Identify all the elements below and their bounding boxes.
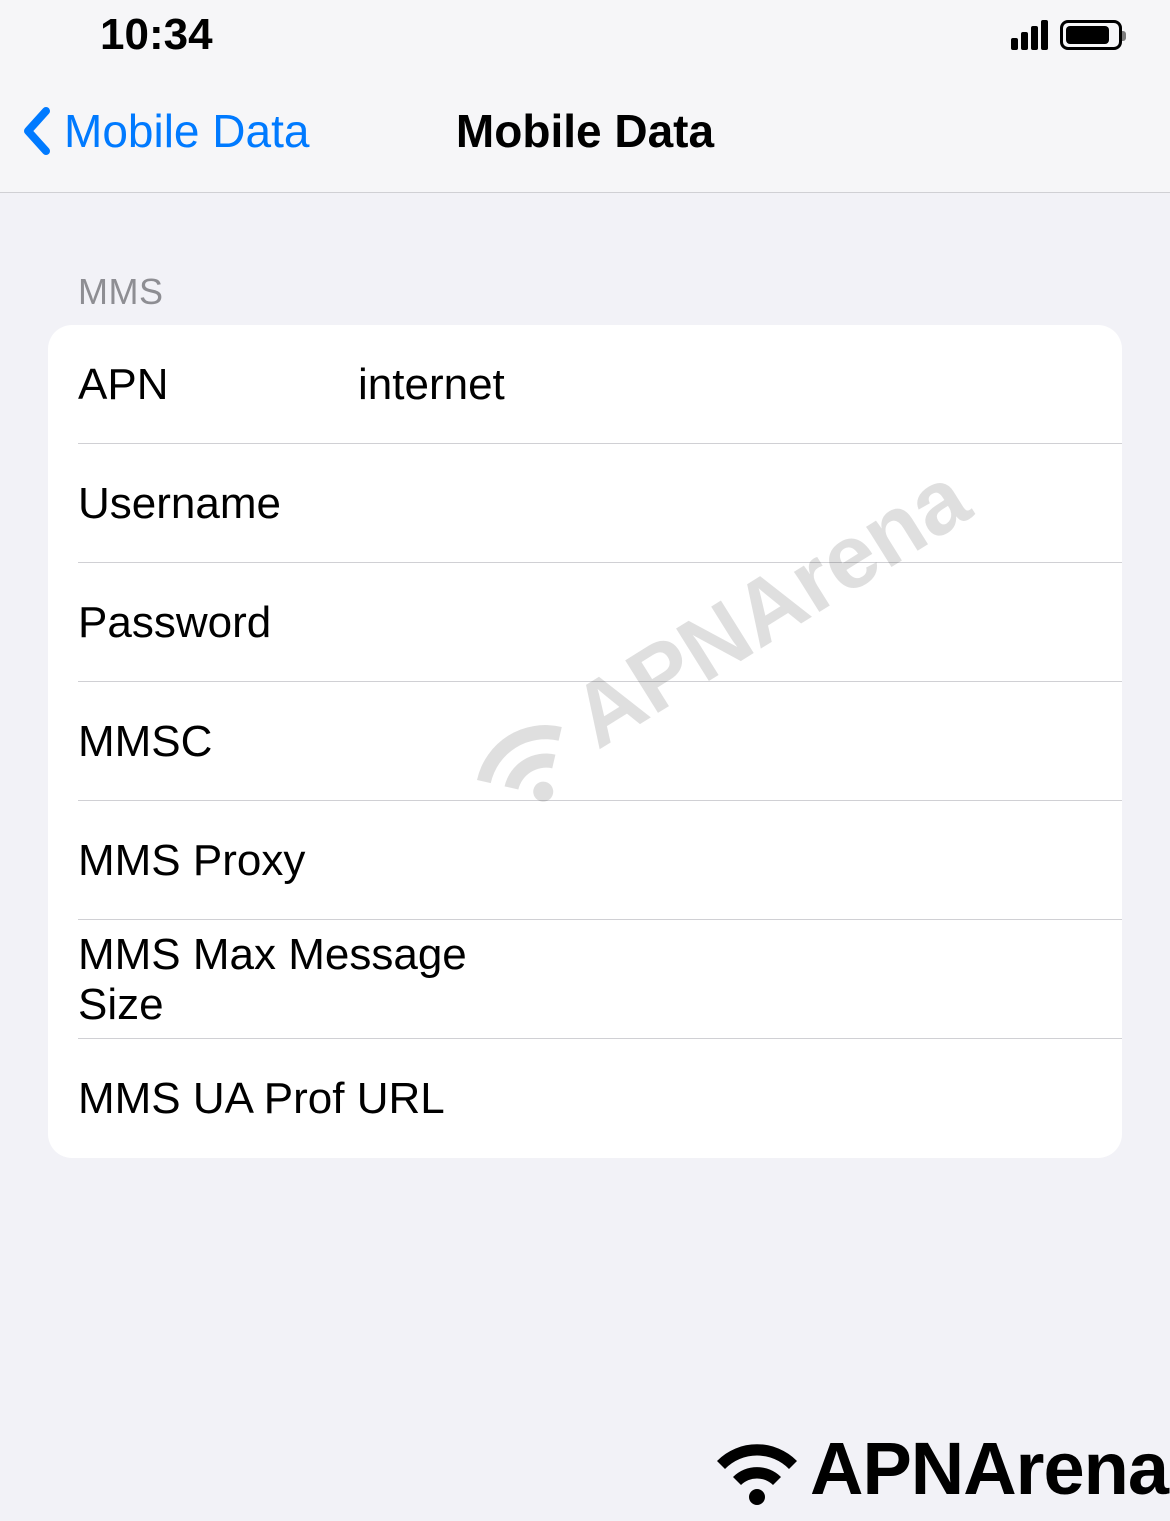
input-username[interactable]: [358, 479, 1122, 529]
watermark-text: APNArena: [810, 1426, 1168, 1511]
input-apn[interactable]: [358, 360, 1122, 410]
row-mmsc[interactable]: MMSC: [48, 682, 1122, 801]
wifi-icon: [708, 1433, 806, 1505]
row-mms-ua-prof[interactable]: MMS UA Prof URL: [48, 1039, 1122, 1158]
label-password: Password: [78, 598, 358, 648]
row-username[interactable]: Username: [48, 444, 1122, 563]
navigation-bar: Mobile Data Mobile Data: [0, 70, 1170, 193]
row-mms-max-size[interactable]: MMS Max Message Size: [48, 920, 1122, 1039]
back-label: Mobile Data: [64, 104, 309, 158]
label-username: Username: [78, 479, 358, 529]
label-mms-proxy: MMS Proxy: [78, 836, 305, 886]
back-button[interactable]: Mobile Data: [0, 104, 309, 158]
input-mms-ua-prof[interactable]: [517, 1074, 1122, 1124]
battery-icon: [1060, 20, 1122, 50]
content: MMS APN Username Password MMSC MMS Proxy…: [0, 193, 1170, 1158]
label-mms-ua-prof: MMS UA Prof URL: [78, 1074, 517, 1124]
watermark-bottom: APNArena: [708, 1426, 1168, 1511]
label-apn: APN: [78, 360, 358, 410]
input-mms-proxy[interactable]: [305, 836, 1122, 886]
input-mms-max-size[interactable]: [517, 955, 1122, 1005]
status-bar: 10:34: [0, 0, 1170, 70]
status-time: 10:34: [100, 10, 213, 60]
row-password[interactable]: Password: [48, 563, 1122, 682]
page-title: Mobile Data: [456, 104, 714, 158]
row-apn[interactable]: APN: [48, 325, 1122, 444]
status-icons: [1011, 20, 1122, 50]
signal-icon: [1011, 20, 1048, 50]
label-mms-max-size: MMS Max Message Size: [78, 930, 517, 1030]
row-mms-proxy[interactable]: MMS Proxy: [48, 801, 1122, 920]
input-mmsc[interactable]: [358, 717, 1122, 767]
section-header-mms: MMS: [48, 271, 1122, 325]
settings-group: APN Username Password MMSC MMS Proxy MMS…: [48, 325, 1122, 1158]
label-mmsc: MMSC: [78, 717, 358, 767]
chevron-left-icon: [22, 107, 50, 155]
input-password[interactable]: [358, 598, 1122, 648]
